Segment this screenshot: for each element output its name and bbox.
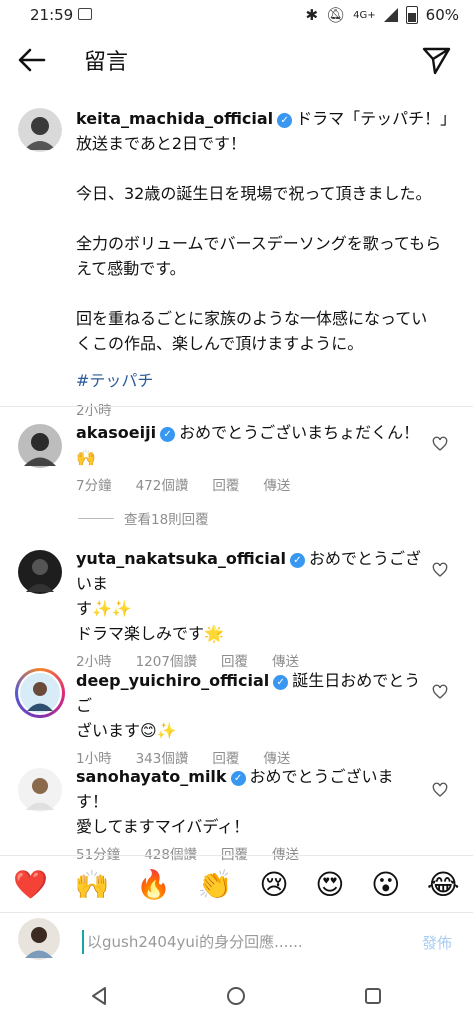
comment-input[interactable]: 以gush2404yui的身分回應...... (82, 930, 417, 954)
bluetooth-icon: ✱ (305, 6, 319, 24)
page-title: 留言 (84, 50, 129, 75)
commenter-avatar[interactable] (18, 768, 62, 812)
current-user-avatar (18, 918, 60, 960)
send-button[interactable]: 傳送 (263, 474, 290, 499)
comment-text: ドラマ楽しみです🌟 (76, 624, 224, 643)
verified-badge-icon: ✓ (277, 113, 293, 128)
app-header: 留言 (0, 30, 473, 90)
mute-icon: 🔕︎ (326, 6, 346, 24)
post-author-avatar[interactable] (18, 108, 62, 152)
comment: yuta_nakatsuka_official ✓ おめでとうございま す✨✨ ドラ… (76, 546, 421, 675)
post-caption: keita_machida_official ✓ ドラマ「テッパチ！」 放送まであと… (76, 106, 461, 424)
comment: sanohayato_milk ✓ おめでとうございます！ 愛してますマイバディ！ … (76, 764, 421, 868)
emoji-surprised[interactable]: 😮 (371, 868, 400, 901)
comment-username[interactable]: yuta_nakatsuka_official (76, 549, 286, 568)
post-author-username[interactable]: keita_machida_official (76, 109, 273, 128)
comment: deep_yuichiro_official ✓ 誕生日おめでとうご ざいます😊✨ … (76, 668, 421, 772)
emoji-raised-hands[interactable]: 🙌 (75, 868, 110, 901)
emoji-heart[interactable]: ❤️ (13, 868, 48, 901)
network-label: 4G+ (353, 9, 376, 21)
divider (0, 912, 473, 913)
comment-likes[interactable]: 472個讚 (136, 474, 189, 499)
view-replies-button[interactable]: 查看18則回覆 (78, 508, 209, 528)
commenter-avatar[interactable] (18, 424, 62, 468)
gallery-notification-icon (78, 8, 92, 20)
nav-back-icon[interactable] (90, 986, 110, 1006)
like-heart-icon[interactable] (432, 562, 448, 578)
direct-send-icon[interactable] (420, 44, 452, 76)
nav-recents-icon[interactable] (364, 987, 382, 1005)
caption-line: ドラマ「テッパチ！」 (296, 109, 457, 128)
caption-paragraph: 全力のボリュームでバースデーソングを歌ってもら (76, 234, 442, 253)
caption-line: 放送まであと2日です！ (76, 134, 247, 153)
signal-icon (383, 8, 398, 22)
nav-home-icon[interactable] (226, 986, 246, 1006)
replies-line (78, 517, 114, 519)
battery-percent: 60% (425, 6, 459, 24)
battery-icon (405, 6, 418, 24)
commenter-avatar[interactable] (18, 550, 62, 594)
post-comment-button[interactable]: 發佈 (422, 932, 452, 953)
emoji-laughing[interactable]: 😂 (427, 868, 460, 901)
emoji-clap[interactable]: 👏 (198, 868, 233, 901)
caption-paragraph: 今日、32歳の誕生日を現場で祝って頂きました。 (76, 184, 432, 203)
emoji-fire[interactable]: 🔥 (136, 868, 171, 901)
view-replies-label: 查看18則回覆 (124, 512, 209, 528)
reply-button[interactable]: 回覆 (212, 474, 239, 499)
comment-text: ざいます😊✨ (76, 721, 177, 740)
status-bar: 21:59 ✱ 🔕︎ 4G+ 60% (0, 0, 473, 30)
back-arrow-icon[interactable] (16, 44, 48, 76)
comment-text: 愛してますマイバディ！ (76, 817, 250, 836)
divider (0, 855, 473, 856)
comment-meta: 7分鐘 472個讚 回覆 傳送 (76, 474, 421, 499)
like-heart-icon[interactable] (432, 782, 448, 798)
comment-text: す✨✨ (76, 599, 132, 618)
verified-badge-icon: ✓ (230, 771, 246, 786)
hashtag-link[interactable]: #テッパチ (76, 368, 461, 393)
comment-username[interactable]: deep_yuichiro_official (76, 671, 269, 690)
comment-username[interactable]: sanohayato_milk (76, 767, 227, 786)
system-nav-bar (0, 970, 473, 1024)
commenter-avatar[interactable] (18, 671, 62, 715)
verified-badge-icon: ✓ (160, 427, 176, 442)
comment-text: 🙌 (76, 448, 96, 467)
emoji-crying[interactable]: 😢 (259, 868, 288, 901)
caption-paragraph: 回を重ねるごとに家族のような一体感になってい (76, 309, 428, 328)
emoji-quick-bar: ❤️ 🙌 🔥 👏 😢 😍 😮 😂 (0, 862, 473, 906)
like-heart-icon[interactable] (432, 436, 448, 452)
comment-time: 7分鐘 (76, 478, 112, 494)
emoji-heart-eyes[interactable]: 😍 (315, 868, 344, 901)
story-ring[interactable] (15, 668, 65, 718)
verified-badge-icon: ✓ (273, 675, 289, 690)
status-time: 21:59 (30, 6, 74, 24)
status-icons: ✱ 🔕︎ 4G+ 60% (306, 6, 459, 24)
caption-paragraph: えて感動です。 (76, 259, 186, 278)
comment-text: おめでとうございまちょだくん！ (179, 423, 420, 442)
like-heart-icon[interactable] (432, 684, 448, 700)
verified-badge-icon: ✓ (289, 553, 305, 568)
divider (0, 406, 473, 407)
comment-username[interactable]: akasoeiji (76, 423, 156, 442)
comment: akasoeiji ✓ おめでとうございまちょだくん！ 🙌 7分鐘 472個讚 回覆… (76, 420, 421, 499)
caption-paragraph: くこの作品、楽しんで頂けますように。 (76, 334, 364, 353)
